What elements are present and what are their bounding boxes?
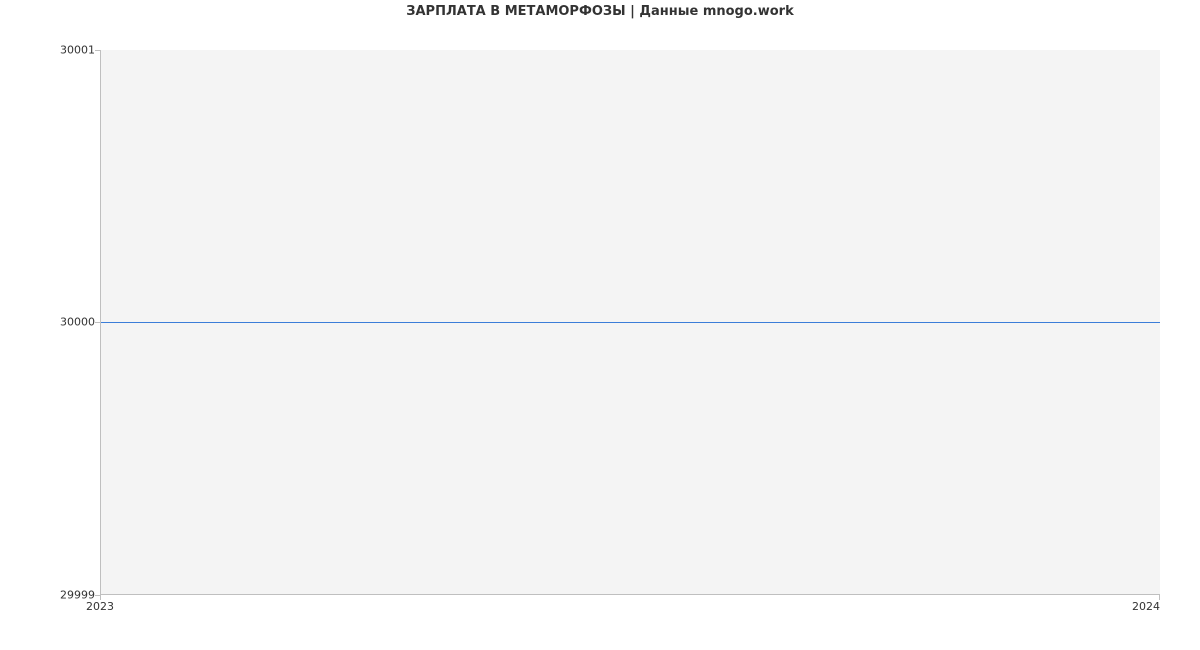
- x-tick-mark: [100, 595, 101, 600]
- y-tick-mark: [95, 50, 100, 51]
- x-tick-label: 2024: [1132, 600, 1160, 613]
- y-tick-label: 30000: [60, 316, 95, 329]
- series-line: [101, 322, 1160, 323]
- x-tick-label: 2023: [86, 600, 114, 613]
- y-tick-mark: [95, 322, 100, 323]
- chart-title: ЗАРПЛАТА В МЕТАМОРФОЗЫ | Данные mnogo.wo…: [0, 4, 1200, 19]
- y-tick-label: 30001: [60, 44, 95, 57]
- plot-area: [100, 50, 1160, 595]
- x-tick-mark: [1159, 595, 1160, 600]
